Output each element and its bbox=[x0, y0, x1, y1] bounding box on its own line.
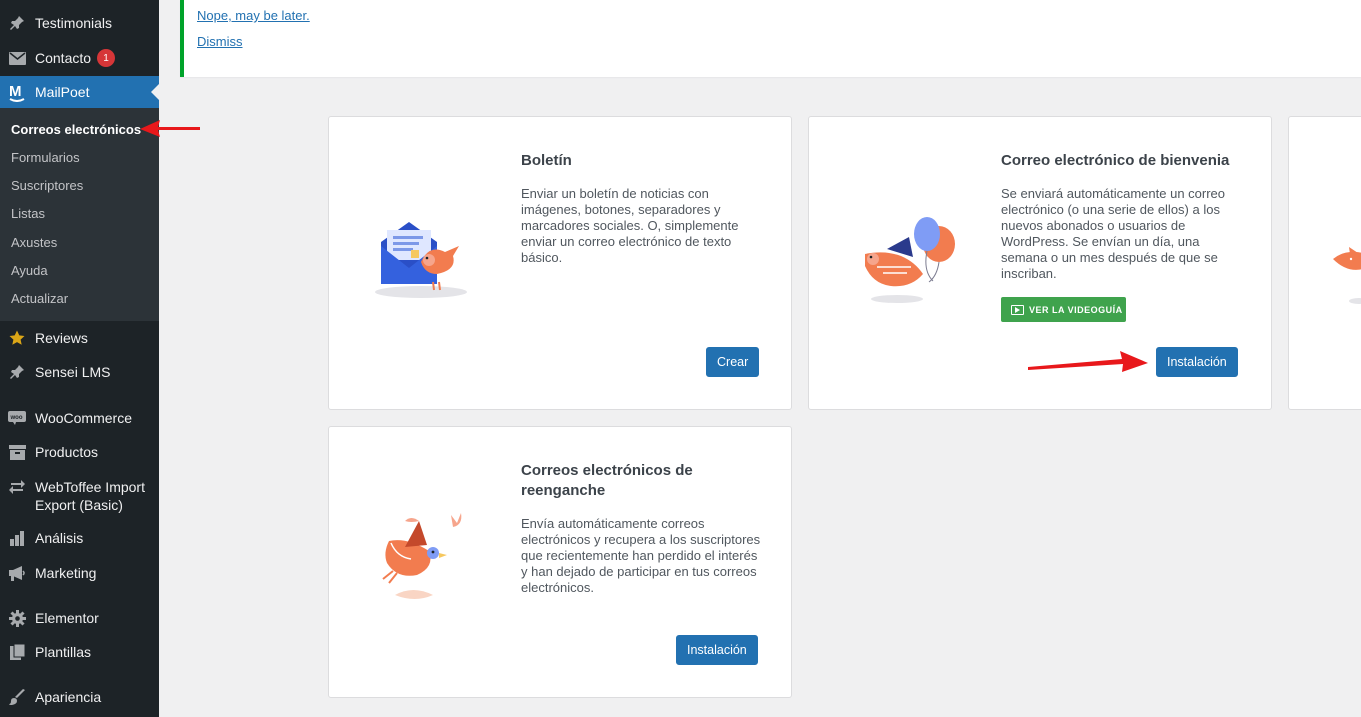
bar-chart-icon bbox=[8, 529, 26, 547]
sidebar-item-marketing[interactable]: Marketing bbox=[0, 563, 159, 583]
submenu-item-axustes[interactable]: Axustes bbox=[11, 235, 57, 251]
active-menu-pointer bbox=[151, 84, 159, 100]
megaphone-icon bbox=[8, 564, 26, 582]
submenu-item-suscriptores[interactable]: Suscriptores bbox=[11, 178, 83, 194]
sidebar-item-label: Testimonials bbox=[35, 15, 113, 31]
submenu-item-formularios[interactable]: Formularios bbox=[11, 150, 80, 166]
sidebar-item-label: Análisis bbox=[35, 530, 84, 546]
sidebar-item-woocommerce[interactable]: woo WooCommerce bbox=[0, 408, 159, 428]
pages-icon bbox=[8, 643, 26, 661]
sidebar-item-label: WebToffee Import Export (Basic) bbox=[35, 479, 145, 513]
create-newsletter-button[interactable]: Crear bbox=[706, 347, 760, 377]
sidebar-item-label: Apariencia bbox=[35, 689, 102, 705]
archive-icon bbox=[8, 443, 26, 461]
play-icon bbox=[1011, 304, 1024, 315]
pin-icon bbox=[8, 14, 26, 32]
bird-illustration-icon bbox=[1333, 247, 1361, 304]
envelope-icon bbox=[8, 49, 26, 67]
mailpoet-icon: M bbox=[8, 83, 26, 102]
sidebar-item-apariencia[interactable]: Apariencia bbox=[0, 687, 159, 707]
submenu-item-listas[interactable]: Listas bbox=[11, 206, 45, 222]
install-reengagement-button[interactable]: Instalación bbox=[676, 635, 758, 665]
admin-sidebar: Testimonials Contacto 1 M MailPoet Corre… bbox=[0, 0, 159, 717]
sidebar-item-label: Contacto bbox=[35, 50, 92, 66]
sidebar-item-label: WooCommerce bbox=[35, 410, 132, 426]
annotation-arrow bbox=[140, 120, 200, 137]
sidebar-item-mailpoet[interactable]: M MailPoet bbox=[0, 76, 159, 108]
sidebar-item-label: Elementor bbox=[35, 610, 99, 626]
newsletter-illustration-icon bbox=[375, 222, 467, 298]
annotation-arrow bbox=[1028, 351, 1148, 372]
sidebar-item-analisis[interactable]: Análisis bbox=[0, 528, 159, 548]
sync-icon bbox=[8, 478, 26, 496]
brush-icon bbox=[8, 688, 26, 706]
video-guide-button[interactable]: VER LA VIDEOGUÍA bbox=[1001, 297, 1126, 322]
template-card-reengagement: Correos electrónicos de reenganche Envía… bbox=[328, 426, 792, 698]
svg-text:M: M bbox=[9, 83, 22, 100]
sidebar-item-label: Sensei LMS bbox=[35, 364, 111, 380]
svg-text:woo: woo bbox=[10, 415, 23, 421]
card-description: Se enviará automáticamente un correo ele… bbox=[1001, 186, 1226, 281]
welcome-illustration-icon bbox=[865, 217, 955, 303]
sidebar-item-label: MailPoet bbox=[35, 84, 90, 100]
sidebar-item-label: Reviews bbox=[35, 330, 88, 346]
card-title: Correos electrónicos de reenganche bbox=[521, 462, 693, 499]
sidebar-item-label: Productos bbox=[35, 444, 99, 460]
sidebar-item-productos[interactable]: Productos bbox=[0, 442, 159, 462]
card-title: Boletín bbox=[521, 152, 572, 169]
card-description: Enviar un boletín de noticias con imágen… bbox=[521, 186, 739, 265]
notice-dismiss-link[interactable]: Dismiss bbox=[197, 34, 243, 49]
sidebar-item-reviews[interactable]: Reviews bbox=[0, 328, 159, 348]
submenu-item-correos[interactable]: Correos electrónicos bbox=[11, 122, 141, 138]
sidebar-item-label: Marketing bbox=[35, 565, 97, 581]
star-icon bbox=[8, 329, 26, 347]
video-guide-label: VER LA VIDEOGUÍA bbox=[1029, 304, 1123, 315]
gear-icon bbox=[8, 609, 26, 627]
install-welcome-button[interactable]: Instalación bbox=[1156, 347, 1238, 377]
reengagement-illustration-icon bbox=[382, 513, 462, 599]
mailpoet-submenu: Correos electrónicos Formularios Suscrip… bbox=[0, 108, 159, 321]
notification-badge: 1 bbox=[97, 49, 115, 67]
template-card-newsletter: Boletín Enviar un boletín de noticias co… bbox=[328, 116, 792, 410]
submenu-item-actualizar[interactable]: Actualizar bbox=[11, 291, 68, 307]
notice-later-link[interactable]: Nope, may be later. bbox=[197, 8, 310, 23]
template-card-partial bbox=[1288, 116, 1361, 410]
card-description: Envía automáticamente correos electrónic… bbox=[521, 516, 761, 595]
woo-icon: woo bbox=[8, 409, 26, 427]
sidebar-item-sensei[interactable]: Sensei LMS bbox=[0, 362, 159, 382]
submenu-item-ayuda[interactable]: Ayuda bbox=[11, 263, 48, 279]
card-title: Correo electrónico de bienvenia bbox=[1001, 152, 1230, 169]
sidebar-item-label: Plantillas bbox=[35, 644, 92, 660]
sidebar-item-plantillas[interactable]: Plantillas bbox=[0, 642, 159, 662]
sidebar-item-elementor[interactable]: Elementor bbox=[0, 608, 159, 628]
sidebar-item-contacto[interactable]: Contacto 1 bbox=[0, 48, 159, 68]
sidebar-item-testimonials[interactable]: Testimonials bbox=[0, 13, 159, 33]
admin-notice: Nope, may be later. Dismiss bbox=[180, 0, 1361, 77]
sidebar-item-webtoffee[interactable]: WebToffee Import Export (Basic) bbox=[0, 477, 159, 513]
pin-icon bbox=[8, 363, 26, 381]
